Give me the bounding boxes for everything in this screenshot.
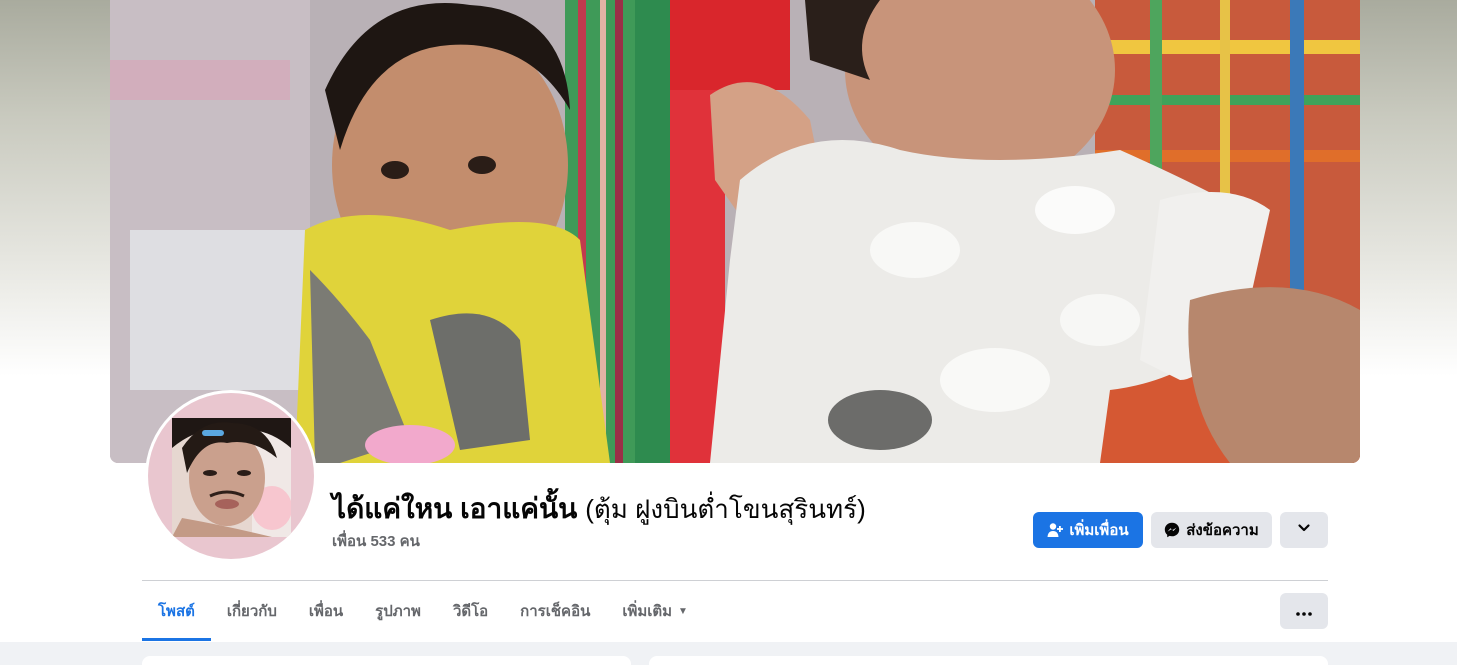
- add-friend-label: เพิ่มเพื่อน: [1069, 522, 1129, 539]
- message-label: ส่งข้อความ: [1186, 522, 1259, 539]
- tab-photos[interactable]: รูปภาพ: [359, 581, 437, 641]
- tab-posts[interactable]: โพสต์: [142, 581, 211, 641]
- add-friend-button[interactable]: เพิ่มเพื่อน: [1033, 512, 1143, 548]
- tab-videos[interactable]: วิดีโอ: [437, 581, 504, 641]
- tab-label: วิดีโอ: [452, 603, 489, 620]
- avatar-background: [148, 393, 314, 559]
- friends-count-link[interactable]: เพื่อน 533 คน: [332, 529, 420, 553]
- tab-more[interactable]: เพิ่มเติม ▼: [606, 581, 704, 641]
- tab-about[interactable]: เกี่ยวกับ: [211, 581, 293, 641]
- intro-card: [142, 656, 631, 665]
- profile-picture[interactable]: [145, 390, 317, 562]
- more-options-button[interactable]: [1280, 593, 1328, 629]
- tab-label: เพิ่มเติม: [622, 603, 673, 620]
- message-button[interactable]: ส่งข้อความ: [1151, 512, 1272, 548]
- profile-dropdown-button[interactable]: [1280, 512, 1328, 548]
- tab-label: โพสต์: [158, 603, 195, 620]
- profile-tabs: โพสต์ เกี่ยวกับ เพื่อน รูปภาพ วิดีโอ การ…: [142, 581, 704, 641]
- profile-name-row: ได้แค่ใหน เอาแค่นั้น (ตุ้ม ฝูงบินต่ำโขนส…: [332, 487, 866, 527]
- profile-alternate-name: (ตุ้ม ฝูงบินต่ำโขนสุรินทร์): [585, 494, 866, 524]
- ellipsis-icon: [1296, 603, 1312, 620]
- messenger-icon: [1164, 522, 1180, 538]
- person-plus-icon: [1047, 522, 1064, 538]
- tab-label: เพื่อน: [308, 603, 344, 620]
- caret-down-icon: ▼: [678, 605, 688, 617]
- profile-name: ได้แค่ใหน เอาแค่นั้น: [332, 493, 578, 524]
- tab-label: เกี่ยวกับ: [226, 603, 277, 620]
- avatar-photo: [172, 418, 291, 537]
- chevron-down-icon: [1297, 521, 1311, 539]
- posts-card: [649, 656, 1328, 665]
- tab-label: การเช็คอิน: [520, 603, 591, 620]
- cover-photo[interactable]: [110, 0, 1360, 463]
- tab-label: รูปภาพ: [375, 603, 421, 620]
- tab-friends[interactable]: เพื่อน: [293, 581, 359, 641]
- tab-checkins[interactable]: การเช็คอิน: [504, 581, 606, 641]
